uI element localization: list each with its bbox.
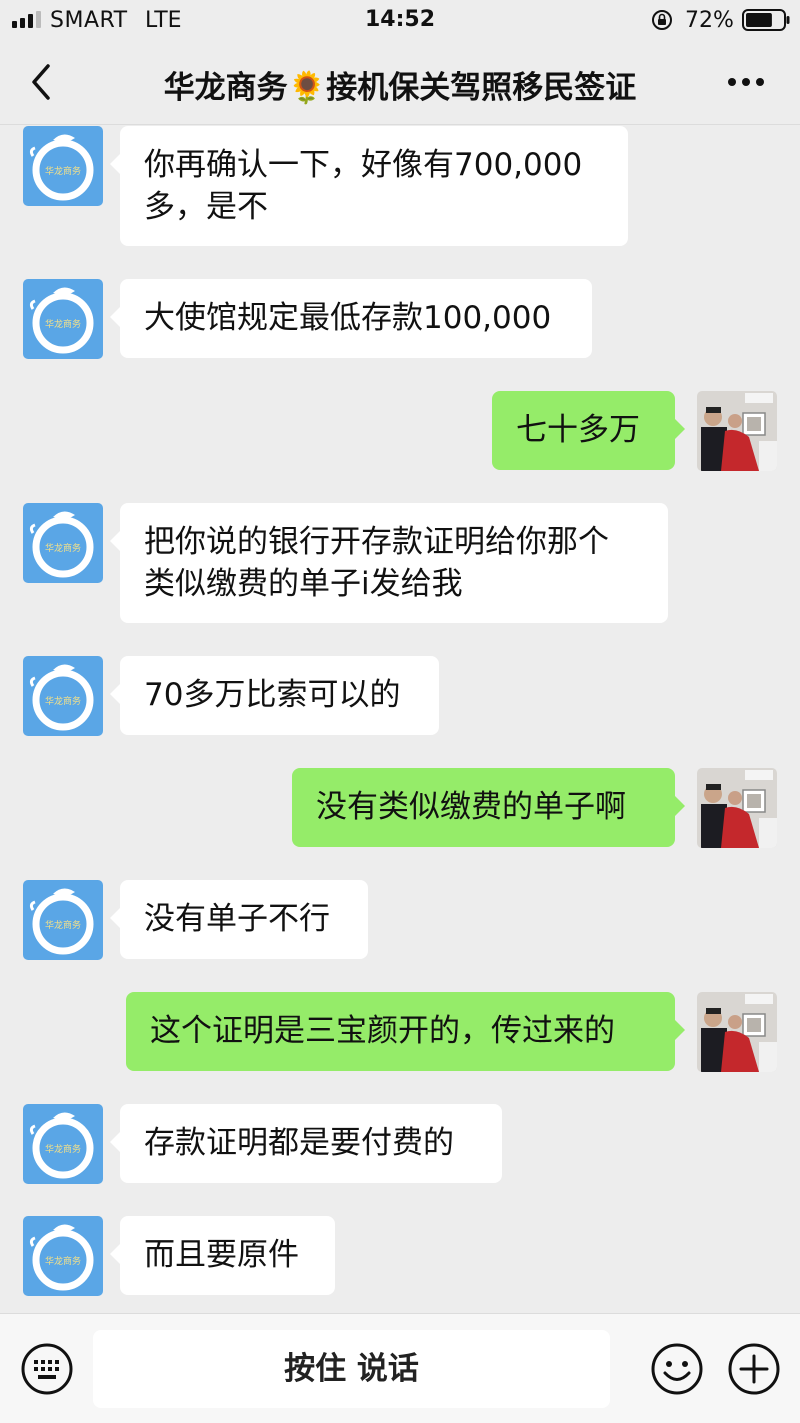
svg-text:华龙商务: 华龙商务 xyxy=(45,165,81,177)
keyboard-icon[interactable] xyxy=(20,1342,74,1396)
wechat-chat-screen: SMART LTE 14:52 72% 华龙商务🌻接机保关驾照移民签证 华龙商务… xyxy=(0,0,800,1423)
svg-text:华龙商务: 华龙商务 xyxy=(45,695,81,707)
emoji-icon[interactable] xyxy=(650,1342,704,1396)
status-bar: SMART LTE 14:52 72% xyxy=(0,0,800,40)
message-bubble[interactable]: 这个证明是三宝颜开的，传过来的 xyxy=(126,992,685,1071)
message-bubble[interactable]: 大使馆规定最低存款100,000 xyxy=(110,279,592,358)
more-dots-icon[interactable] xyxy=(726,76,766,88)
message-bubble[interactable]: 七十多万 xyxy=(492,391,685,470)
user-avatar[interactable] xyxy=(697,391,777,471)
user-avatar[interactable] xyxy=(697,992,777,1072)
contact-avatar[interactable]: 华龙商务 xyxy=(23,1104,103,1184)
user-avatar[interactable] xyxy=(697,768,777,848)
message-bubble[interactable]: 你再确认一下，好像有700,000 多，是不 xyxy=(110,126,628,246)
chat-title: 华龙商务🌻接机保关驾照移民签证 xyxy=(163,70,637,106)
message-bubble[interactable]: 没有单子不行 xyxy=(110,880,368,959)
message-bubble[interactable]: 把你说的银行开存款证明给你那个 类似缴费的单子i发给我 xyxy=(110,503,668,623)
svg-text:华龙商务: 华龙商务 xyxy=(45,542,81,554)
message-bubble[interactable]: 没有类似缴费的单子啊 xyxy=(292,768,685,847)
status-time: 14:52 xyxy=(364,7,436,32)
contact-avatar[interactable]: 华龙商务 xyxy=(23,503,103,583)
orientation-lock-icon xyxy=(652,10,672,30)
contact-avatar[interactable]: 华龙商务 xyxy=(23,279,103,359)
svg-text:华龙商务: 华龙商务 xyxy=(45,1255,81,1267)
contact-avatar[interactable]: 华龙商务 xyxy=(23,1216,103,1296)
hold-to-talk-button[interactable]: 按住 说话 xyxy=(93,1330,610,1408)
message-bubble[interactable]: 而且要原件 xyxy=(110,1216,335,1295)
contact-avatar[interactable]: 华龙商务 xyxy=(23,656,103,736)
battery-icon xyxy=(742,9,790,31)
message-bubble[interactable]: 存款证明都是要付费的 xyxy=(110,1104,502,1183)
svg-text:华龙商务: 华龙商务 xyxy=(45,318,81,330)
svg-text:华龙商务: 华龙商务 xyxy=(45,919,81,931)
battery-percent: 72% xyxy=(685,8,734,33)
plus-icon[interactable] xyxy=(727,1342,781,1396)
svg-text:华龙商务: 华龙商务 xyxy=(45,1143,81,1155)
chat-header: 华龙商务🌻接机保关驾照移民签证 xyxy=(0,40,800,125)
contact-avatar[interactable]: 华龙商务 xyxy=(23,880,103,960)
contact-avatar[interactable]: 华龙商务 xyxy=(23,126,103,206)
message-bubble[interactable]: 70多万比索可以的 xyxy=(110,656,439,735)
input-bar: 按住 说话 xyxy=(0,1313,800,1423)
